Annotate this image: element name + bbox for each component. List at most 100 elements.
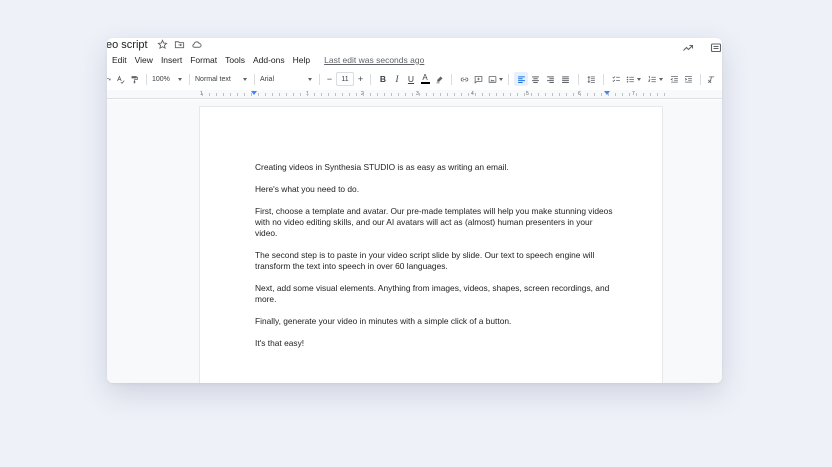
spellcheck-icon[interactable] — [113, 72, 127, 86]
align-center-icon[interactable] — [528, 72, 543, 86]
ruler-tick — [559, 93, 560, 96]
menu-help[interactable]: Help — [293, 55, 310, 65]
menu-tools[interactable]: Tools — [225, 55, 245, 65]
menu-format[interactable]: Format — [190, 55, 217, 65]
menu-edit[interactable]: Edit — [112, 55, 127, 65]
paragraph[interactable]: It's that easy! — [255, 338, 615, 349]
comment-history-icon[interactable] — [710, 42, 722, 54]
bulleted-list-icon[interactable] — [623, 72, 637, 86]
ruler-tick — [384, 93, 385, 96]
paragraph[interactable]: Here's what you need to do. — [255, 184, 615, 195]
font-size-decrease-button[interactable]: − — [325, 72, 334, 86]
trending-icon[interactable] — [682, 42, 694, 54]
last-edit-link[interactable]: Last edit was seconds ago — [324, 55, 424, 65]
ruler-tick — [489, 93, 490, 96]
ruler-tick — [475, 93, 476, 96]
ruler-tick — [209, 93, 210, 96]
insert-image-icon[interactable] — [485, 72, 499, 86]
align-left-icon[interactable] — [514, 72, 528, 86]
toolbar-divider — [578, 73, 579, 85]
docs-window: eo script Edit View Insert Format Tools … — [107, 38, 722, 383]
paragraph[interactable]: The second step is to paste in your vide… — [255, 250, 615, 272]
right-indent-marker[interactable] — [604, 91, 610, 95]
ruler-tick — [223, 93, 224, 96]
numbered-list-icon[interactable] — [645, 72, 659, 86]
ruler-tick — [510, 93, 511, 96]
font-size-increase-button[interactable]: + — [356, 72, 365, 86]
ruler-tick — [587, 93, 588, 96]
text-color-swatch — [420, 82, 430, 84]
chevron-down-icon[interactable] — [637, 77, 641, 81]
decrease-indent-icon[interactable] — [667, 72, 681, 86]
ruler-tick — [517, 93, 518, 96]
font-size-input[interactable]: 11 — [336, 72, 354, 86]
ruler-tick — [300, 93, 301, 96]
paragraph[interactable]: Next, add some visual elements. Anything… — [255, 283, 615, 305]
paint-format-icon[interactable] — [127, 72, 141, 86]
line-spacing-icon[interactable] — [584, 72, 598, 86]
ruler-tick — [545, 93, 546, 96]
ruler-tick — [594, 93, 595, 96]
ruler-tick — [216, 93, 217, 96]
paragraph[interactable]: Finally, generate your video in minutes … — [255, 316, 615, 327]
ruler-tick — [265, 93, 266, 96]
ruler-tick — [321, 93, 322, 96]
redo-icon[interactable] — [107, 72, 111, 86]
align-right-icon[interactable] — [543, 72, 558, 86]
menu-insert[interactable]: Insert — [161, 55, 182, 65]
horizontal-ruler[interactable]: 1 1 2 3 4 5 6 7 — [107, 90, 722, 99]
bold-button[interactable]: B — [376, 72, 390, 86]
ruler-number: 4 — [471, 91, 474, 97]
ruler-tick — [566, 93, 567, 96]
chevron-down-icon[interactable] — [499, 77, 503, 81]
chevron-down-icon[interactable] — [659, 77, 663, 81]
ruler-tick — [608, 93, 609, 96]
link-icon[interactable] — [457, 72, 471, 86]
ruler-tick — [426, 93, 427, 96]
underline-button[interactable]: U — [404, 72, 418, 86]
menu-view[interactable]: View — [135, 55, 153, 65]
paragraph-style-value: Normal text — [195, 75, 231, 83]
cloud-status-icon[interactable] — [191, 39, 202, 50]
ruler-tick — [629, 93, 630, 96]
ruler-tick — [258, 93, 259, 96]
checklist-icon[interactable] — [609, 72, 623, 86]
ruler-tick — [314, 93, 315, 96]
clear-formatting-icon[interactable] — [706, 72, 716, 86]
ruler-tick — [391, 93, 392, 96]
star-icon[interactable] — [157, 39, 168, 50]
document-title[interactable]: eo script — [107, 39, 148, 51]
menu-bar: Edit View Insert Format Tools Add-ons He… — [112, 53, 424, 66]
ruler-tick — [454, 93, 455, 96]
ruler-tick — [244, 93, 245, 96]
ruler-tick — [636, 93, 637, 96]
zoom-value: 100% — [152, 75, 170, 83]
toolbar-divider — [451, 73, 452, 85]
paragraph[interactable]: First, choose a template and avatar. Our… — [255, 206, 615, 239]
paragraph[interactable]: Creating videos in Synthesia STUDIO is a… — [255, 162, 615, 173]
paragraph-style-select[interactable]: Normal text — [195, 72, 249, 86]
ruler-tick — [524, 93, 525, 96]
align-justify-icon[interactable] — [558, 72, 573, 86]
highlight-pen-icon[interactable] — [432, 72, 446, 86]
menu-add-ons[interactable]: Add-ons — [253, 55, 285, 65]
ruler-tick — [286, 93, 287, 96]
ruler-tick — [293, 93, 294, 96]
italic-button[interactable]: I — [390, 72, 404, 86]
ruler-tick — [622, 93, 623, 96]
zoom-select[interactable]: 100% — [152, 72, 184, 86]
folder-move-icon[interactable] — [174, 39, 185, 50]
ruler-tick — [370, 93, 371, 96]
ruler-tick — [664, 93, 665, 96]
toolbar-divider — [189, 73, 190, 85]
chevron-down-icon — [178, 77, 182, 81]
add-comment-icon[interactable] — [471, 72, 485, 86]
ruler-tick — [601, 93, 602, 96]
font-family-select[interactable]: Arial — [260, 72, 314, 86]
document-page[interactable]: Creating videos in Synthesia STUDIO is a… — [200, 107, 662, 383]
chevron-down-icon — [243, 77, 247, 81]
document-body[interactable]: Creating videos in Synthesia STUDIO is a… — [255, 162, 615, 360]
increase-indent-icon[interactable] — [681, 72, 695, 86]
ruler-tick — [412, 93, 413, 96]
text-color-button[interactable]: A — [418, 72, 432, 86]
